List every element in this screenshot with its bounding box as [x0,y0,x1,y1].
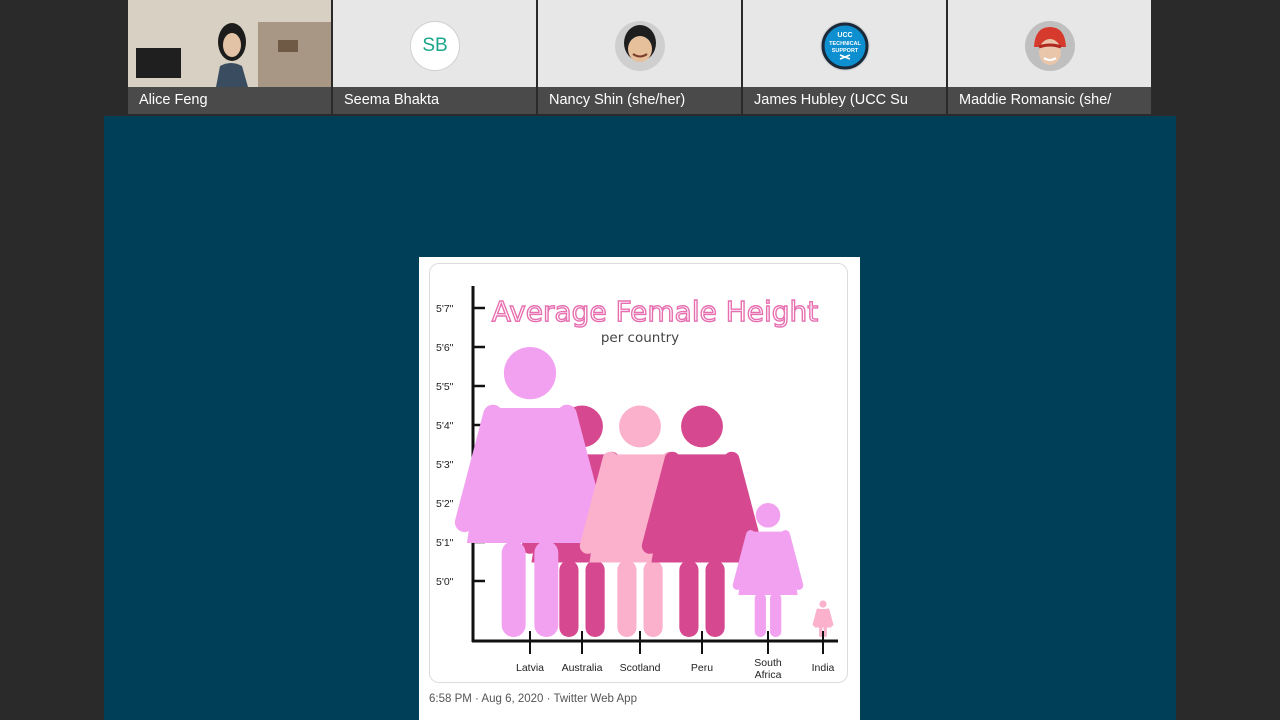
avatar [1025,21,1075,71]
avatar-initials: SB [410,21,460,71]
participant-tile-maddie[interactable]: Maddie Romansic (she/ [948,0,1151,114]
shared-screen: 5'0" 5'1" 5'2" 5'3" 5'4" 5'5" 5'6" 5'7" Latvia A… [104,116,1176,720]
participant-tile-alice[interactable]: Alice Feng [128,0,331,114]
chart-title: Average Female Height [492,295,819,328]
x-tick-label: Peru [691,662,713,674]
avatar [615,21,665,71]
participant-name: Seema Bhakta [333,87,536,114]
participant-tile-james[interactable]: UCC TECHNICAL SUPPORT James Hubley (UCC … [743,0,946,114]
svg-text:TECHNICAL: TECHNICAL [829,41,861,47]
tweet-card: 5'0" 5'1" 5'2" 5'3" 5'4" 5'5" 5'6" 5'7" Latvia A… [419,257,860,720]
participant-video [128,0,331,87]
x-tick-label: Australia [562,662,603,674]
participant-tile-nancy[interactable]: Nancy Shin (she/her) [538,0,741,114]
y-tick-label: 5'0" [436,576,454,588]
y-tick-label: 5'5" [436,381,454,393]
y-tick-label: 5'1" [436,537,454,549]
y-tick-label: 5'4" [436,420,454,432]
tweet-timestamp: 6:58 PM · Aug 6, 2020 · Twitter Web App [429,693,637,705]
x-tick-label: South Africa [754,657,782,681]
participant-strip: Alice Feng SB Seema Bhakta Nancy Shin (s… [128,0,1152,114]
participant-name: James Hubley (UCC Su [743,87,946,114]
figure-peru [641,405,763,637]
video-scene [128,0,331,87]
x-tick-label: Scotland [620,662,661,674]
avatar-logo: UCC TECHNICAL SUPPORT [820,21,870,71]
chart-subtitle: per country [601,330,679,346]
y-tick-label: 5'7" [436,303,454,315]
y-tick-label: 5'3" [436,459,454,471]
figures [454,347,834,637]
x-tick-label: Latvia [516,662,544,674]
x-axis-labels: Latvia Australia Scotland Peru South Africa In… [516,631,835,681]
tweet-image: 5'0" 5'1" 5'2" 5'3" 5'4" 5'5" 5'6" 5'7" Latvia A… [429,263,848,683]
participant-name: Nancy Shin (she/her) [538,87,741,114]
x-tick-label: India [812,662,835,674]
y-tick-label: 5'6" [436,342,454,354]
participant-name: Alice Feng [128,87,331,114]
height-infographic: 5'0" 5'1" 5'2" 5'3" 5'4" 5'5" 5'6" 5'7" Latvia A… [436,286,838,681]
participant-name: Maddie Romansic (she/ [948,87,1151,114]
svg-text:UCC: UCC [837,32,852,39]
svg-text:SUPPORT: SUPPORT [832,48,859,54]
y-tick-label: 5'2" [436,498,454,510]
participant-tile-seema[interactable]: SB Seema Bhakta [333,0,536,114]
